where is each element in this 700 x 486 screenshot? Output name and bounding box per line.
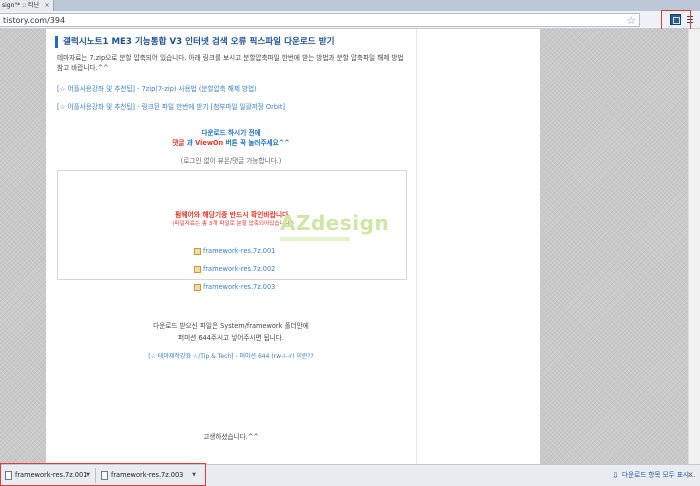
highlight-box-downloads (0, 463, 206, 486)
download-arrow-icon: ⇩ (612, 471, 619, 480)
notice-line-2: 댓글 과 ViewOn 버튼 꾹 눌러주세요^^ (46, 137, 416, 147)
address-bar[interactable]: tistory.com/394 ☆ (0, 13, 640, 27)
file-icon (194, 248, 201, 255)
notice-line-3: (로그인 없이 뷰온/댓글 가능합니다.) (180, 157, 282, 165)
tab-strip: sign"* :: 티닌 × (0, 0, 700, 11)
link-7zip-guide[interactable]: [☆ 어플사용강좌 및 추천팁] - 7zip(7-zip) 사용법 (분할압축… (57, 83, 257, 93)
after-line-1: 다운로드 받으신 파일은 System/framework 폴더안에 (153, 322, 309, 330)
link-orbit-guide[interactable]: [☆ 어플사용강좌 및 추천팁] - 링크된 파일 한번에 받기 [첨부파일 일… (57, 101, 285, 111)
browser-toolbar: tistory.com/394 ☆ (0, 11, 700, 29)
file-name: framework-res.7z.001 (203, 247, 276, 255)
link-permission-tip[interactable]: [☆ 테마제작강좌 ☆/Tip & Tech] - 퍼미션 644 (rw-r-… (46, 351, 416, 360)
watermark-logo: AZdesign (280, 211, 390, 235)
thanks-text: 고생하셨습니다.^^ (203, 433, 259, 441)
file-link-001[interactable]: framework-res.7z.001 (194, 246, 275, 256)
file-link-002[interactable]: framework-res.7z.002 (194, 264, 275, 274)
browser-tab[interactable]: sign"* :: 티닌 × (0, 0, 54, 11)
notice-viewon: ViewOn (195, 139, 224, 147)
file-icon (194, 266, 201, 273)
url-text: tistory.com/394 (3, 16, 66, 25)
vertical-scrollbar[interactable] (688, 29, 700, 464)
after-line-2: 퍼미션 644주시고 넣어주시면 됩니다. (178, 334, 284, 342)
notice-comment: 댓글 (172, 139, 185, 147)
tab-close-icon[interactable]: × (42, 0, 52, 11)
watermark-tagline (280, 237, 350, 241)
download-box: 펌웨어와 해당기종 반드시 확인바랍니다. (파일자료는 총 3개 파일로 분할… (57, 170, 407, 291)
show-all-downloads-link[interactable]: ⇩ 다운로드 항목 모두 표시... (612, 468, 695, 483)
blog-sidebar (416, 29, 540, 464)
close-icon[interactable]: × (687, 469, 694, 481)
notice-and: 과 (184, 139, 196, 147)
file-link-003[interactable]: framework-res.7z.003 (194, 282, 275, 292)
file-name: framework-res.7z.002 (203, 265, 276, 273)
post-title: 갤럭시노트1 ME3 기능통합 V3 인터넷 검색 오류 픽스파일 다운로드 받… (55, 36, 335, 48)
notice-line-1: 다운로드 하시기 전에 (201, 129, 261, 137)
tab-title: sign"* :: 티닌 (2, 2, 40, 9)
post-intro: 테마자료는 7.zip으로 분할 압축되어 있습니다. 아래 링크를 보시고 분… (57, 54, 404, 72)
notice-press: 버튼 꾹 눌러주세요^^ (223, 139, 290, 147)
show-all-label: 다운로드 항목 모두 표시... (622, 471, 696, 479)
star-icon[interactable]: ☆ (625, 15, 637, 27)
file-name: framework-res.7z.003 (203, 283, 276, 291)
file-icon (194, 284, 201, 291)
